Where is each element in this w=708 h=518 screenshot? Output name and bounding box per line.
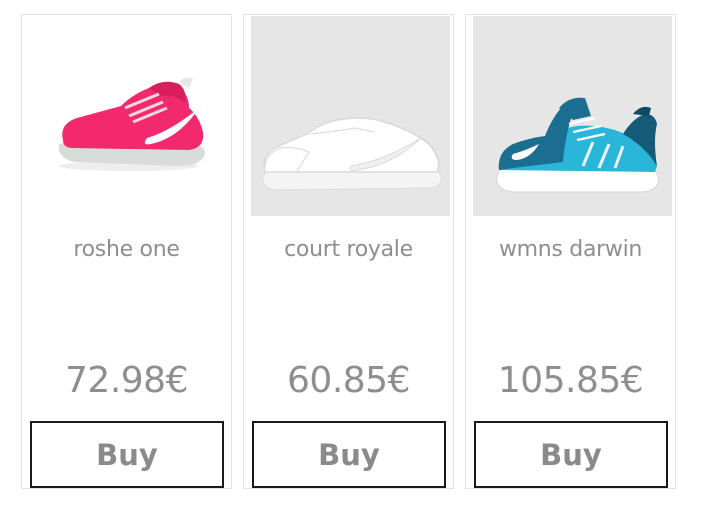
blue-sneaker-icon bbox=[496, 97, 660, 193]
product-price: 105.85€ bbox=[497, 360, 644, 401]
product-price: 60.85€ bbox=[287, 360, 410, 401]
product-image[interactable] bbox=[29, 16, 228, 216]
buy-button[interactable]: Buy bbox=[30, 421, 224, 488]
product-grid: roshe one 72.98€ Buy court royale 60.85€ bbox=[0, 0, 708, 518]
product-card: court royale 60.85€ Buy bbox=[243, 14, 454, 489]
product-card: roshe one 72.98€ Buy bbox=[21, 14, 232, 489]
product-name: roshe one bbox=[73, 237, 180, 262]
product-image[interactable] bbox=[473, 16, 672, 216]
product-name: wmns darwin bbox=[498, 237, 643, 262]
product-card: wmns darwin 105.85€ Buy bbox=[465, 14, 676, 489]
product-image[interactable] bbox=[251, 16, 450, 216]
product-name: court royale bbox=[284, 237, 413, 262]
pink-sneaker-icon bbox=[58, 77, 205, 171]
product-price: 72.98€ bbox=[65, 360, 188, 401]
buy-button[interactable]: Buy bbox=[474, 421, 668, 488]
white-sneaker-icon bbox=[262, 117, 442, 191]
buy-button[interactable]: Buy bbox=[252, 421, 446, 488]
